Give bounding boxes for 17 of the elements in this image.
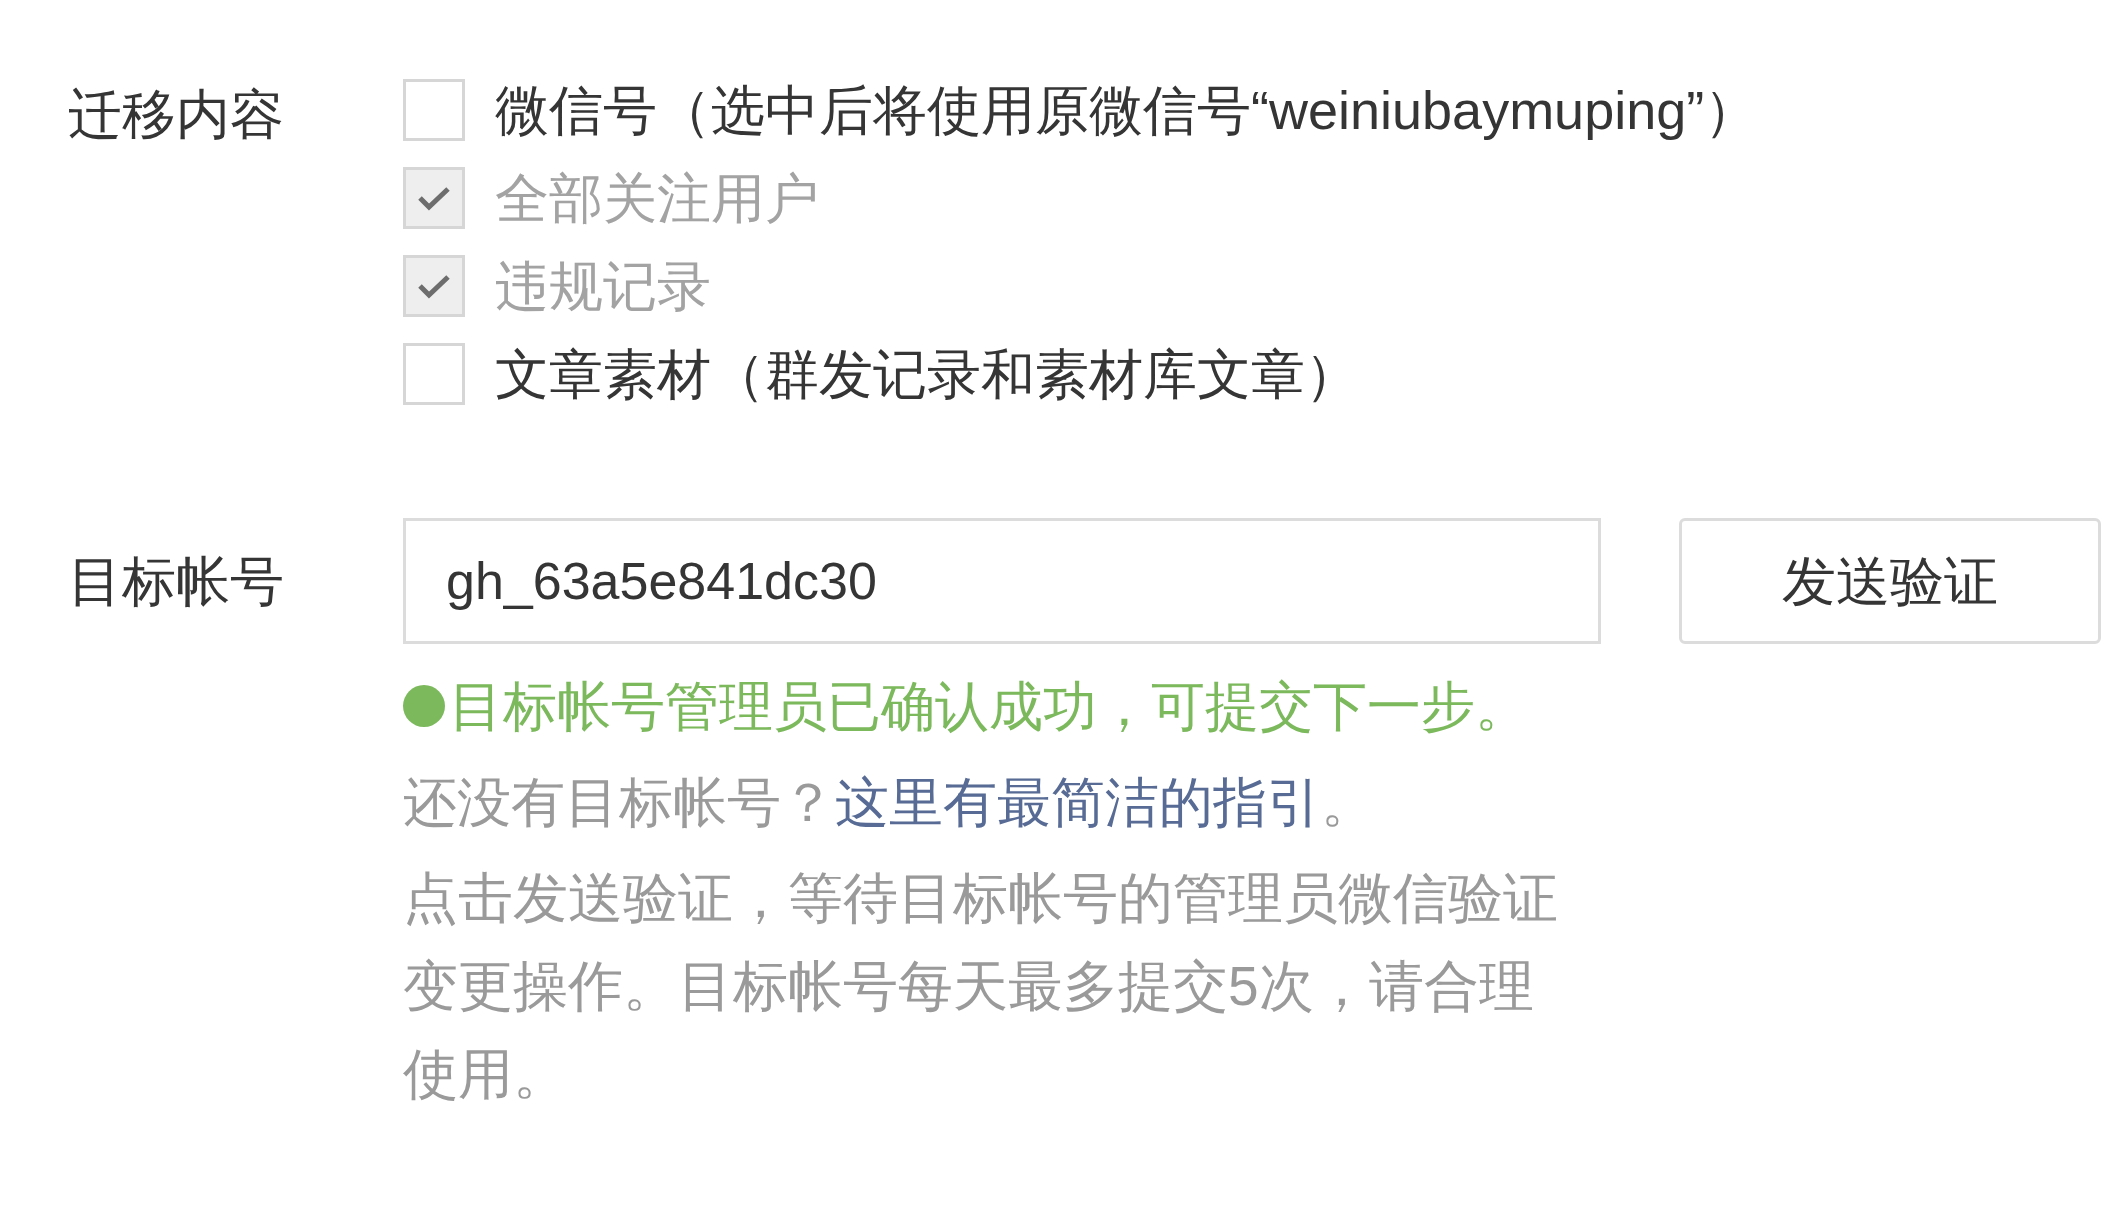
check-icon: [417, 185, 451, 211]
send-verification-button[interactable]: 发送验证: [1679, 518, 2101, 644]
checkbox-label: 全部关注用户: [495, 166, 819, 230]
checkbox-label: 违规记录: [495, 254, 711, 318]
field-label: 迁移内容: [68, 83, 285, 146]
checkbox-label: 文章素材（群发记录和素材库文章）: [495, 342, 1359, 406]
hint-punctuation: 。: [1321, 770, 1375, 834]
input-field[interactable]: gh_63a5e841dc30: [403, 518, 1601, 644]
check-icon: [417, 273, 451, 299]
description-text: 点击发送验证，等待目标帐号的管理员微信验证变更操作。目标帐号每天最多提交5次，请合理使用。: [403, 866, 1559, 1107]
hint-text: 还没有目标帐号？: [403, 770, 835, 834]
checkbox[interactable]: [403, 79, 465, 141]
checkbox-label: 微信号（选中后将使用原微信号“weiniubaymuping”）: [495, 78, 1759, 142]
guide-link[interactable]: 这里有最简洁的指引: [835, 761, 1321, 843]
field-label: 目标帐号: [68, 550, 285, 613]
checkbox[interactable]: [403, 343, 465, 405]
status-message: 目标帐号管理员已确认成功，可提交下一步。: [449, 674, 1529, 738]
